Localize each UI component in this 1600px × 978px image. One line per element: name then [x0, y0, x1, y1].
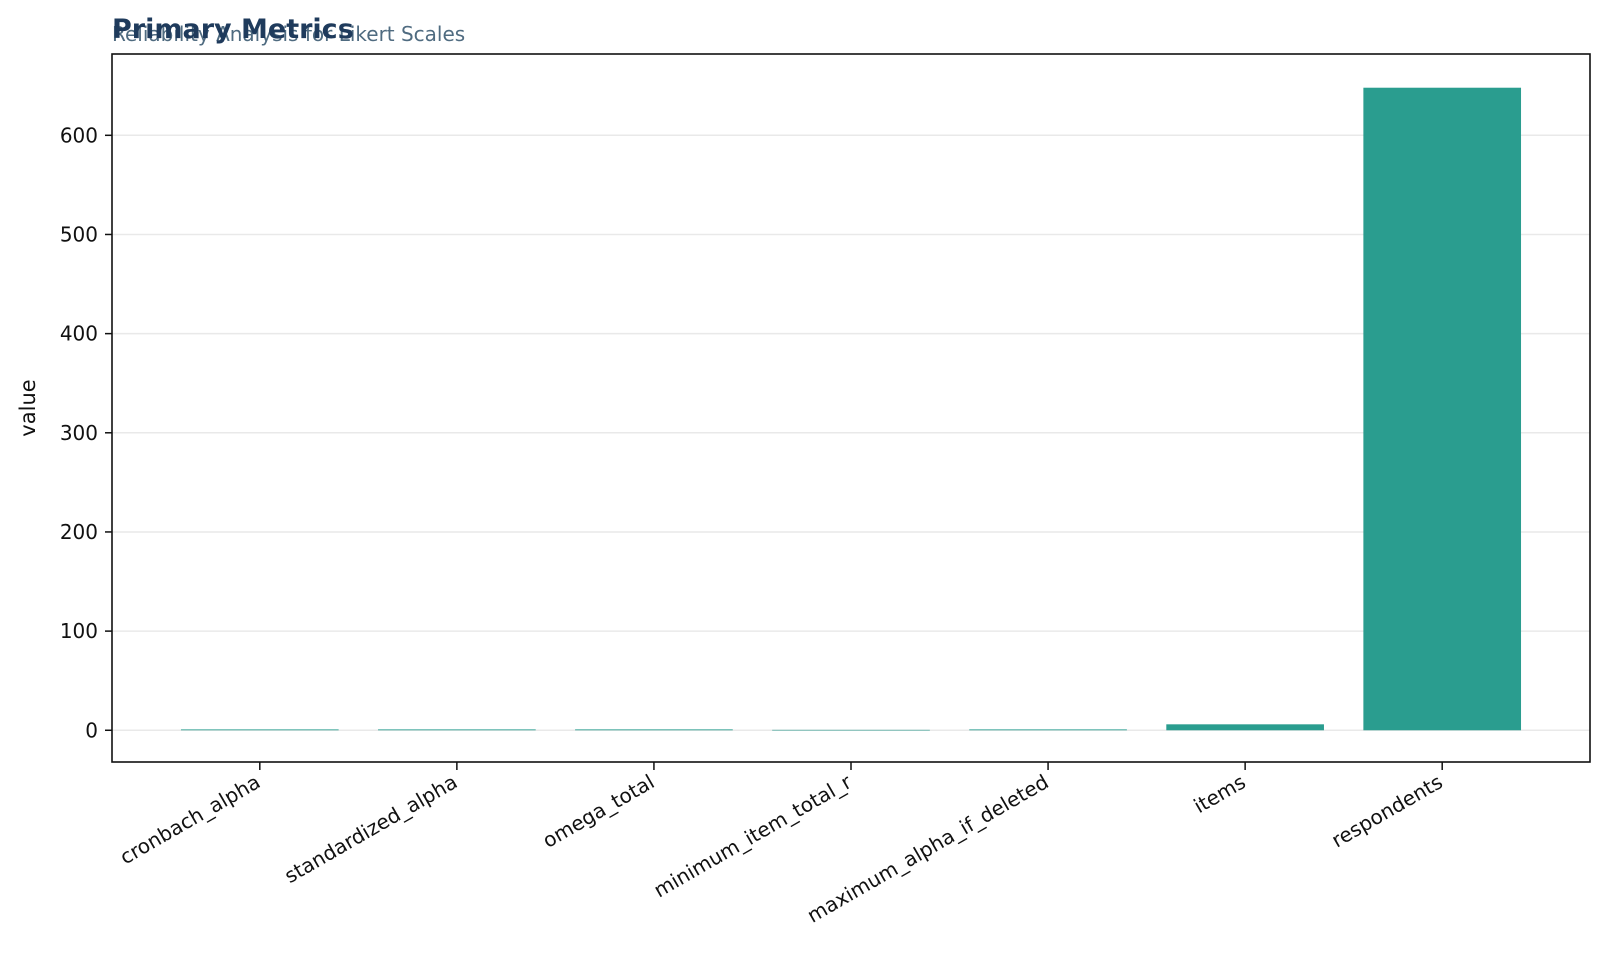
x-tick-label: minimum_item_total_r	[649, 769, 856, 902]
x-axis: cronbach_alpha standardized_alpha omega_to…	[116, 762, 1447, 928]
y-tick-label: 600	[60, 123, 98, 147]
bar-items	[1166, 724, 1324, 731]
bars	[180, 87, 1522, 731]
y-tick-label: 200	[60, 520, 98, 544]
bar-cronbach_alpha	[180, 729, 339, 731]
bar-respondents	[1363, 87, 1522, 731]
x-tick-label: items	[1189, 770, 1249, 819]
y-tick-label: 400	[60, 322, 98, 346]
y-axis: 0 100 200 300 400 500 600	[60, 123, 112, 742]
y-tick-label: 100	[60, 619, 98, 643]
x-tick-label: standardized_alpha	[280, 770, 461, 888]
chart-title: Primary Metrics	[112, 14, 354, 45]
y-tick-label: 0	[85, 718, 98, 742]
bar-omega_total	[575, 729, 733, 731]
y-tick-label: 300	[60, 421, 98, 445]
bar-minimum_item_total_r	[772, 729, 930, 731]
y-tick-label: 500	[60, 222, 98, 246]
bar-maximum_alpha_if_deleted	[969, 729, 1127, 731]
y-axis-label: value	[16, 379, 40, 436]
x-tick-label: respondents	[1327, 770, 1446, 853]
chart: 0 100 200 300 400 500 600 cronbach_alpha standa…	[16, 14, 1591, 928]
x-tick-label: cronbach_alpha	[116, 770, 265, 870]
bar-standardized_alpha	[378, 729, 536, 731]
x-tick-label: omega_total	[538, 770, 658, 853]
